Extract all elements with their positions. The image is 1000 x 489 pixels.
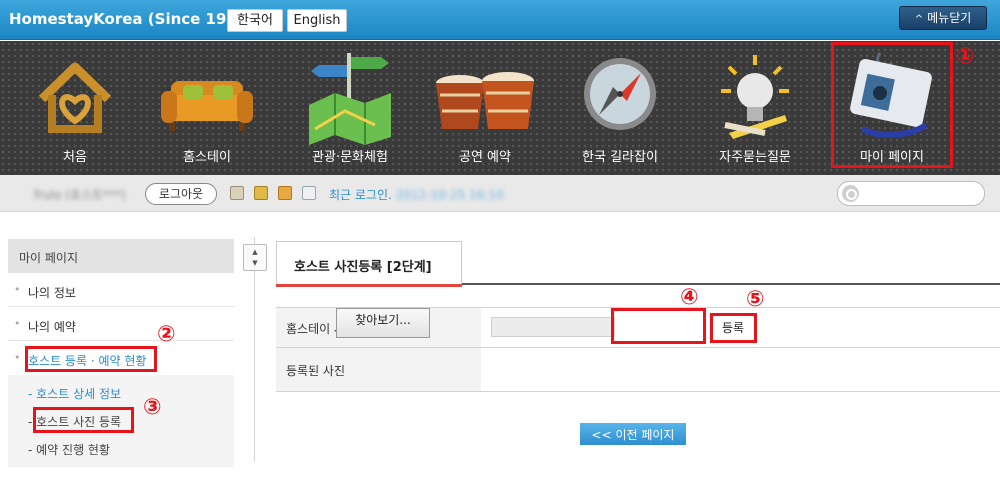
highlight-browse — [611, 308, 706, 344]
nav-item-faq[interactable]: 자주묻는질문 — [695, 41, 815, 175]
brand-title[interactable]: HomestayKorea (Since 1998) — [9, 10, 254, 28]
marker-2: ② — [157, 322, 176, 347]
home-icon — [38, 62, 112, 133]
nav-item-performance[interactable]: 공연 예약 — [425, 41, 545, 175]
sidebar-subitem-host-detail[interactable]: - 호스트 상세 정보 — [8, 379, 234, 407]
tab-host-photo[interactable]: 호스트 사진등록 [2단계] — [276, 241, 462, 287]
lang-english-button[interactable]: English — [287, 9, 347, 32]
registered-photos-value — [481, 348, 1000, 391]
browse-button[interactable]: 찾아보기... — [336, 308, 430, 338]
profile-card-icon[interactable] — [230, 186, 244, 200]
document-icon[interactable] — [302, 186, 316, 200]
logout-button[interactable]: 로그아웃 — [145, 183, 217, 205]
nav-label-tour: 관광·문화체험 — [312, 150, 388, 165]
last-login: 최근 로그인. 2012-10-25 16:10 — [329, 186, 504, 203]
top-bar: HomestayKorea (Since 1998) 한국어 English ^… — [0, 0, 1000, 40]
highlight-host-photo — [33, 407, 134, 433]
marker-5: ⑤ — [746, 287, 765, 312]
file-path-field[interactable] — [491, 317, 615, 337]
sidebar-item-my-reservation[interactable]: 나의 예약 — [8, 307, 234, 341]
mail-icon[interactable] — [278, 186, 292, 200]
user-bar: frulo (호스트***) 로그아웃 최근 로그인. 2012-10-25 1… — [0, 175, 1000, 212]
nav-label-homestay: 홈스테이 — [183, 150, 231, 165]
nav-label-home: 처음 — [63, 150, 87, 165]
nav-item-home[interactable]: 처음 — [20, 41, 130, 175]
lang-korean-button[interactable]: 한국어 — [227, 9, 283, 32]
marker-3: ③ — [143, 395, 162, 420]
nav-label-faq: 자주묻는질문 — [719, 150, 791, 165]
last-login-label: 최근 로그인. — [329, 188, 392, 202]
sofa-icon — [161, 81, 253, 131]
map-signpost-icon — [309, 53, 391, 145]
compass-icon — [584, 58, 656, 130]
form-row-registered-photos: 등록된 사진 — [276, 348, 1000, 392]
menu-close-button[interactable]: ^ 메뉴닫기 — [899, 6, 987, 30]
lightbulb-icon — [721, 55, 789, 139]
last-login-value: 2012-10-25 16:10 — [395, 188, 504, 202]
nav-item-homestay[interactable]: 홈스테이 — [152, 41, 262, 175]
menu-close-label: 메뉴닫기 — [927, 11, 972, 25]
folder-icon[interactable] — [254, 186, 268, 200]
sidebar-toggle-button[interactable]: ▲ ▼ — [243, 244, 267, 271]
user-name: frulo (호스트***) — [34, 188, 126, 202]
nav-item-tour[interactable]: 관광·문화체험 — [290, 41, 410, 175]
sidebar-item-my-info[interactable]: 나의 정보 — [8, 273, 234, 307]
highlight-host-status — [25, 346, 157, 372]
tab-bar: 호스트 사진등록 [2단계] — [276, 241, 1000, 287]
search-icon[interactable] — [842, 185, 859, 202]
marker-1: ① — [956, 44, 975, 69]
registered-photos-label: 등록된 사진 — [276, 348, 481, 391]
prev-page-button[interactable]: << 이전 페이지 — [580, 423, 686, 445]
nav-label-guide: 한국 길라잡이 — [582, 150, 658, 165]
marker-4: ④ — [680, 285, 699, 310]
highlight-mypage — [831, 42, 953, 168]
highlight-register — [710, 313, 757, 343]
nav-label-performance: 공연 예약 — [459, 150, 511, 165]
nav-item-guide[interactable]: 한국 길라잡이 — [560, 41, 680, 175]
sidebar-subitem-reservation-progress[interactable]: - 예약 진행 현황 — [8, 435, 234, 463]
search-input[interactable] — [837, 181, 985, 206]
chevron-up-icon: ^ — [914, 14, 924, 25]
drums-icon — [436, 72, 534, 129]
sidebar-title: 마이 페이지 — [8, 239, 234, 273]
